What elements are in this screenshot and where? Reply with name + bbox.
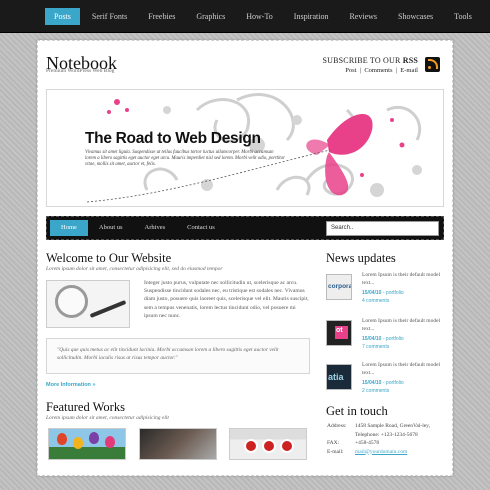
welcome-quote: "Quis que quis metus ac elit tincidunt l… — [46, 338, 310, 374]
news-thumb: ot — [326, 320, 352, 346]
subscribe-heading: SUBSCRIBE TO OUR RSS — [322, 56, 418, 65]
contact-fax-row: FAX: +458-4578 — [327, 439, 447, 448]
rss-icon[interactable] — [425, 57, 440, 72]
topnav-reviews[interactable]: Reviews — [340, 8, 386, 25]
site-tagline: Premium WordPress Web Blog — [46, 68, 115, 74]
address-value: 1458 Sample Road, GreenVal-ley, Telephon… — [355, 423, 430, 438]
news-date: 15/04/10 — [362, 290, 382, 296]
news-date: 15/04/10 — [362, 380, 382, 386]
news-meta: 15/04/10 - portfolio — [362, 290, 404, 296]
search-input[interactable]: Search.. — [326, 221, 439, 236]
balloon-icon — [105, 436, 115, 448]
topnav-posts[interactable]: Posts — [45, 8, 80, 25]
news-thumb: corporat — [326, 274, 352, 300]
topnav-inspiration[interactable]: Inspiration — [285, 8, 338, 25]
news-text: Lorem Ipsum is their default model text.… — [362, 272, 441, 286]
topnav-how-to[interactable]: How-To — [237, 8, 282, 25]
featured-thumb-portrait[interactable] — [139, 428, 217, 460]
subscribe-comments-link[interactable]: Comments — [364, 67, 392, 74]
news-thumb-label: ot — [336, 327, 343, 334]
contact-address-row: Address: 1458 Sample Road, GreenVal-ley,… — [327, 422, 447, 439]
email-label: E-mail: — [327, 448, 344, 455]
nav-archives[interactable]: Arhives — [134, 220, 177, 236]
subscribe-post-link[interactable]: Post — [345, 67, 356, 74]
news-title: News updates — [326, 251, 396, 265]
nav-about-us[interactable]: About us — [88, 220, 134, 236]
featured-title: Featured Works — [46, 400, 125, 414]
featured-subtitle: Lorem ipsum dolor sit amet, consectetur … — [46, 415, 169, 421]
welcome-image — [46, 280, 130, 328]
news-comments-link[interactable]: 7 comments — [362, 344, 389, 350]
pen-icon — [89, 300, 127, 318]
balloon-icon — [73, 437, 83, 449]
news-thumb-label: atia — [328, 372, 344, 382]
topnav-freebies[interactable]: Freebies — [139, 8, 184, 25]
news-thumb: atia — [326, 364, 352, 390]
news-text: Lorem Ipsum is their default model text.… — [362, 318, 441, 332]
chair-icon — [262, 439, 276, 453]
news-thumb-label: corporat — [328, 283, 352, 290]
nav-contact-us[interactable]: Contact us — [176, 220, 226, 236]
content-paper: Notebook Premium WordPress Web Blog SUBS… — [37, 40, 453, 476]
subscribe-email-link[interactable]: E-mail — [400, 67, 418, 74]
nav-home[interactable]: Home — [50, 220, 88, 236]
news-meta: 15/04/10 - portfolio — [362, 380, 404, 386]
topnav-serif-fonts[interactable]: Serif Fonts — [83, 8, 136, 25]
news-category-link[interactable]: portfolio — [386, 380, 404, 386]
fax-label: FAX: — [327, 440, 340, 446]
news-comments-link[interactable]: 2 comments — [362, 388, 389, 394]
address-label: Address: — [327, 423, 347, 429]
more-information-link[interactable]: More Information » — [46, 382, 96, 388]
top-nav: Posts Serif Fonts Freebies Graphics How-… — [45, 8, 484, 25]
welcome-subtitle: Lorem ipsum dolor sit amet, consectetur … — [46, 266, 223, 272]
featured-thumb-balloons[interactable] — [48, 428, 126, 460]
main-nav-bar: Home About us Arhives Contact us Search.… — [46, 216, 444, 240]
subscribe-prefix: SUBSCRIBE TO OUR — [322, 56, 403, 65]
contact-email-row: E-mail: mail@yourdomain.com — [327, 448, 447, 457]
subscribe-rss-text: RSS — [402, 56, 418, 65]
news-meta: 15/04/10 - portfolio — [362, 336, 404, 342]
topnav-showcases[interactable]: Showcases — [389, 8, 442, 25]
email-link[interactable]: mail@yourdomain.com — [349, 448, 447, 457]
topnav-graphics[interactable]: Graphics — [187, 8, 234, 25]
contact-title: Get in touch — [326, 404, 388, 418]
balloon-icon — [89, 432, 99, 444]
fax-value: +458-4578 — [355, 440, 380, 446]
welcome-body: Integer justo purus, vulputate nec solli… — [144, 280, 309, 319]
news-date: 15/04/10 — [362, 336, 382, 342]
chair-icon — [244, 439, 258, 453]
featured-banner[interactable]: The Road to Web Design Vivamus sit amet … — [46, 89, 444, 207]
news-comments-link[interactable]: 4 comments — [362, 298, 389, 304]
news-category-link[interactable]: portfolio — [386, 336, 404, 342]
stopwatch-icon — [55, 285, 88, 318]
featured-thumb-interior[interactable] — [229, 428, 307, 460]
subscribe-links: Post | Comments | E-mail — [345, 67, 418, 74]
topnav-tools[interactable]: Tools — [445, 8, 481, 25]
balloon-icon — [57, 433, 67, 445]
welcome-title: Welcome to Our Website — [46, 251, 172, 265]
chair-icon — [280, 439, 294, 453]
contact-details: Address: 1458 Sample Road, GreenVal-ley,… — [327, 422, 447, 456]
news-category-link[interactable]: portfolio — [386, 290, 404, 296]
banner-artwork — [86, 93, 422, 203]
banner-title: The Road to Web Design — [85, 130, 261, 147]
banner-text: Vivamus sit amet ligula. Suspendisse ut … — [85, 150, 285, 167]
news-text: Lorem Ipsum is their default model text.… — [362, 362, 441, 376]
top-bar: Posts Serif Fonts Freebies Graphics How-… — [0, 0, 490, 33]
main-nav: Home About us Arhives Contact us — [50, 220, 226, 236]
